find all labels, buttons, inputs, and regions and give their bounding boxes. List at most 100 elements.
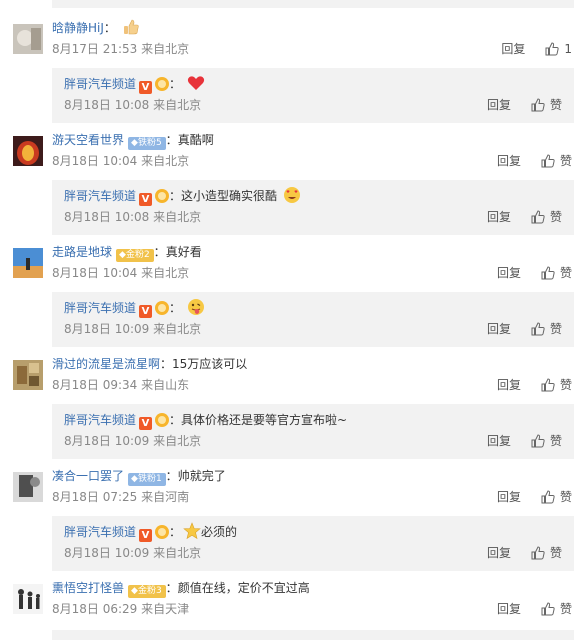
reply-button[interactable]: 回复 bbox=[487, 544, 511, 562]
comment-text: 真酷啊 bbox=[177, 133, 214, 147]
v-verified-icon: V bbox=[139, 529, 153, 542]
like-label: 赞 bbox=[559, 266, 572, 280]
thumbs-up-emoji-icon bbox=[122, 18, 140, 42]
v-verified-icon: V bbox=[139, 193, 153, 206]
thumbs-up-icon bbox=[541, 266, 555, 280]
reply-button[interactable]: 回复 bbox=[497, 264, 521, 282]
crown-icon bbox=[155, 189, 170, 203]
like-label: 赞 bbox=[549, 98, 562, 112]
username[interactable]: 走路是地球 bbox=[52, 245, 112, 259]
reply-text: 这小造型确实很酷 bbox=[181, 189, 278, 203]
username[interactable]: 凑合一口罢了 bbox=[52, 469, 124, 483]
reply-button[interactable]: 回复 bbox=[497, 152, 521, 170]
like-label: 赞 bbox=[559, 378, 572, 392]
username[interactable]: 滑过的流星是流星啊 bbox=[52, 357, 160, 371]
fan-badge: ◆金粉3 bbox=[128, 585, 166, 598]
like-button[interactable]: 赞 bbox=[531, 320, 562, 338]
star-emoji-icon bbox=[183, 522, 201, 546]
comment-meta: 8月18日 10:04 来自北京 bbox=[52, 154, 190, 168]
like-button[interactable]: 赞 bbox=[541, 152, 572, 170]
avatar[interactable] bbox=[13, 24, 43, 54]
reply-meta: 8月18日 10:08 来自北京 bbox=[64, 210, 202, 224]
reply-button[interactable]: 回复 bbox=[497, 600, 521, 618]
like-label: 赞 bbox=[549, 434, 562, 448]
like-button[interactable]: 赞 bbox=[541, 488, 572, 506]
reply-button[interactable]: 回复 bbox=[497, 488, 521, 506]
username[interactable]: 熏悟空打怪兽 bbox=[52, 581, 124, 595]
reply-button[interactable]: 回复 bbox=[501, 40, 525, 58]
reply-button[interactable]: 回复 bbox=[487, 320, 511, 338]
fan-badge: ◆金粉2 bbox=[116, 249, 154, 262]
heart-eyes-emoji-icon bbox=[283, 186, 301, 210]
thumbs-up-icon bbox=[531, 210, 545, 224]
reply-button[interactable]: 回复 bbox=[487, 96, 511, 114]
avatar[interactable] bbox=[13, 136, 43, 166]
thumbs-up-icon bbox=[541, 154, 555, 168]
red-heart-emoji-icon bbox=[187, 74, 205, 98]
crown-icon bbox=[155, 525, 170, 539]
tongue-emoji-icon bbox=[187, 298, 205, 322]
thumbs-up-icon bbox=[545, 42, 559, 56]
like-label: 赞 bbox=[559, 602, 572, 616]
avatar[interactable] bbox=[13, 360, 43, 390]
like-label: 赞 bbox=[549, 210, 562, 224]
fan-badge: ◆铁粉5 bbox=[128, 137, 166, 150]
reply-button[interactable]: 回复 bbox=[487, 208, 511, 226]
v-verified-icon: V bbox=[139, 81, 153, 94]
reply-username[interactable]: 胖哥汽车频道 bbox=[64, 77, 136, 91]
author-reply: 胖哥汽车频道 V： 8月18日 10:08 来自北京 回复 赞 bbox=[52, 68, 574, 123]
reply-username[interactable]: 胖哥汽车频道 bbox=[64, 413, 136, 427]
like-button[interactable]: 1 bbox=[545, 40, 572, 58]
like-count: 1 bbox=[564, 42, 572, 56]
crown-icon bbox=[155, 413, 170, 427]
reply-username[interactable]: 胖哥汽车频道 bbox=[64, 301, 136, 315]
like-label: 赞 bbox=[559, 154, 572, 168]
like-button[interactable]: 赞 bbox=[531, 208, 562, 226]
thumbs-up-icon bbox=[531, 322, 545, 336]
thumbs-up-icon bbox=[541, 490, 555, 504]
previous-reply-strip bbox=[52, 0, 574, 8]
like-label: 赞 bbox=[549, 546, 562, 560]
author-reply: 胖哥汽车频道 V ：这小造型确实很酷 8月18日 10:08 来自北京 回复 赞 bbox=[52, 180, 574, 235]
like-button[interactable]: 赞 bbox=[541, 376, 572, 394]
like-button[interactable]: 赞 bbox=[541, 600, 572, 618]
comment-meta: 8月18日 06:29 来自天津 bbox=[52, 602, 190, 616]
thumbs-up-icon bbox=[531, 98, 545, 112]
v-verified-icon: V bbox=[139, 417, 153, 430]
reply-button[interactable]: 回复 bbox=[487, 432, 511, 450]
v-verified-icon: V bbox=[139, 305, 153, 318]
avatar[interactable] bbox=[13, 472, 43, 502]
username[interactable]: 晗静静HiJ bbox=[52, 21, 104, 35]
comment-meta: 8月17日 21:53 来自北京 bbox=[52, 42, 190, 56]
reply-meta: 8月18日 10:09 来自北京 bbox=[64, 546, 202, 560]
like-button[interactable]: 赞 bbox=[541, 264, 572, 282]
avatar[interactable] bbox=[13, 584, 43, 614]
comment-text: 15万应该可以 bbox=[172, 357, 248, 371]
like-label: 赞 bbox=[559, 490, 572, 504]
comment-meta: 8月18日 07:25 来自河南 bbox=[52, 490, 190, 504]
reply-text: 必须的 bbox=[201, 525, 238, 539]
like-button[interactable]: 赞 bbox=[531, 544, 562, 562]
like-button[interactable]: 赞 bbox=[531, 96, 562, 114]
avatar[interactable] bbox=[13, 248, 43, 278]
reply-username[interactable]: 胖哥汽车频道 bbox=[64, 525, 136, 539]
username[interactable]: 游天空看世界 bbox=[52, 133, 124, 147]
comment-meta: 8月18日 10:04 来自北京 bbox=[52, 266, 190, 280]
author-reply-strip bbox=[52, 630, 574, 640]
thumbs-up-icon bbox=[541, 602, 555, 616]
author-reply: 胖哥汽车频道 V ：具体价格还是要等官方宣布啦~ 8月18日 10:09 来自北京 … bbox=[52, 404, 574, 459]
reply-meta: 8月18日 10:09 来自北京 bbox=[64, 322, 202, 336]
comment-meta: 8月18日 09:34 来自山东 bbox=[52, 378, 190, 392]
reply-username[interactable]: 胖哥汽车频道 bbox=[64, 189, 136, 203]
comment-text: 颜值在线，定价不宜过高 bbox=[177, 581, 310, 595]
author-reply: 胖哥汽车频道 V：必须的 8月18日 10:09 来自北京 回复 赞 bbox=[52, 516, 574, 571]
fan-badge: ◆铁粉1 bbox=[128, 473, 166, 486]
comment-text: 真好看 bbox=[165, 245, 202, 259]
crown-icon bbox=[155, 77, 170, 91]
reply-button[interactable]: 回复 bbox=[497, 376, 521, 394]
like-label: 赞 bbox=[549, 322, 562, 336]
reply-meta: 8月18日 10:09 来自北京 bbox=[64, 434, 202, 448]
reply-meta: 8月18日 10:08 来自北京 bbox=[64, 98, 202, 112]
author-reply: 胖哥汽车频道 V： 8月18日 10:09 来自北京 回复 赞 bbox=[52, 292, 574, 347]
like-button[interactable]: 赞 bbox=[531, 432, 562, 450]
